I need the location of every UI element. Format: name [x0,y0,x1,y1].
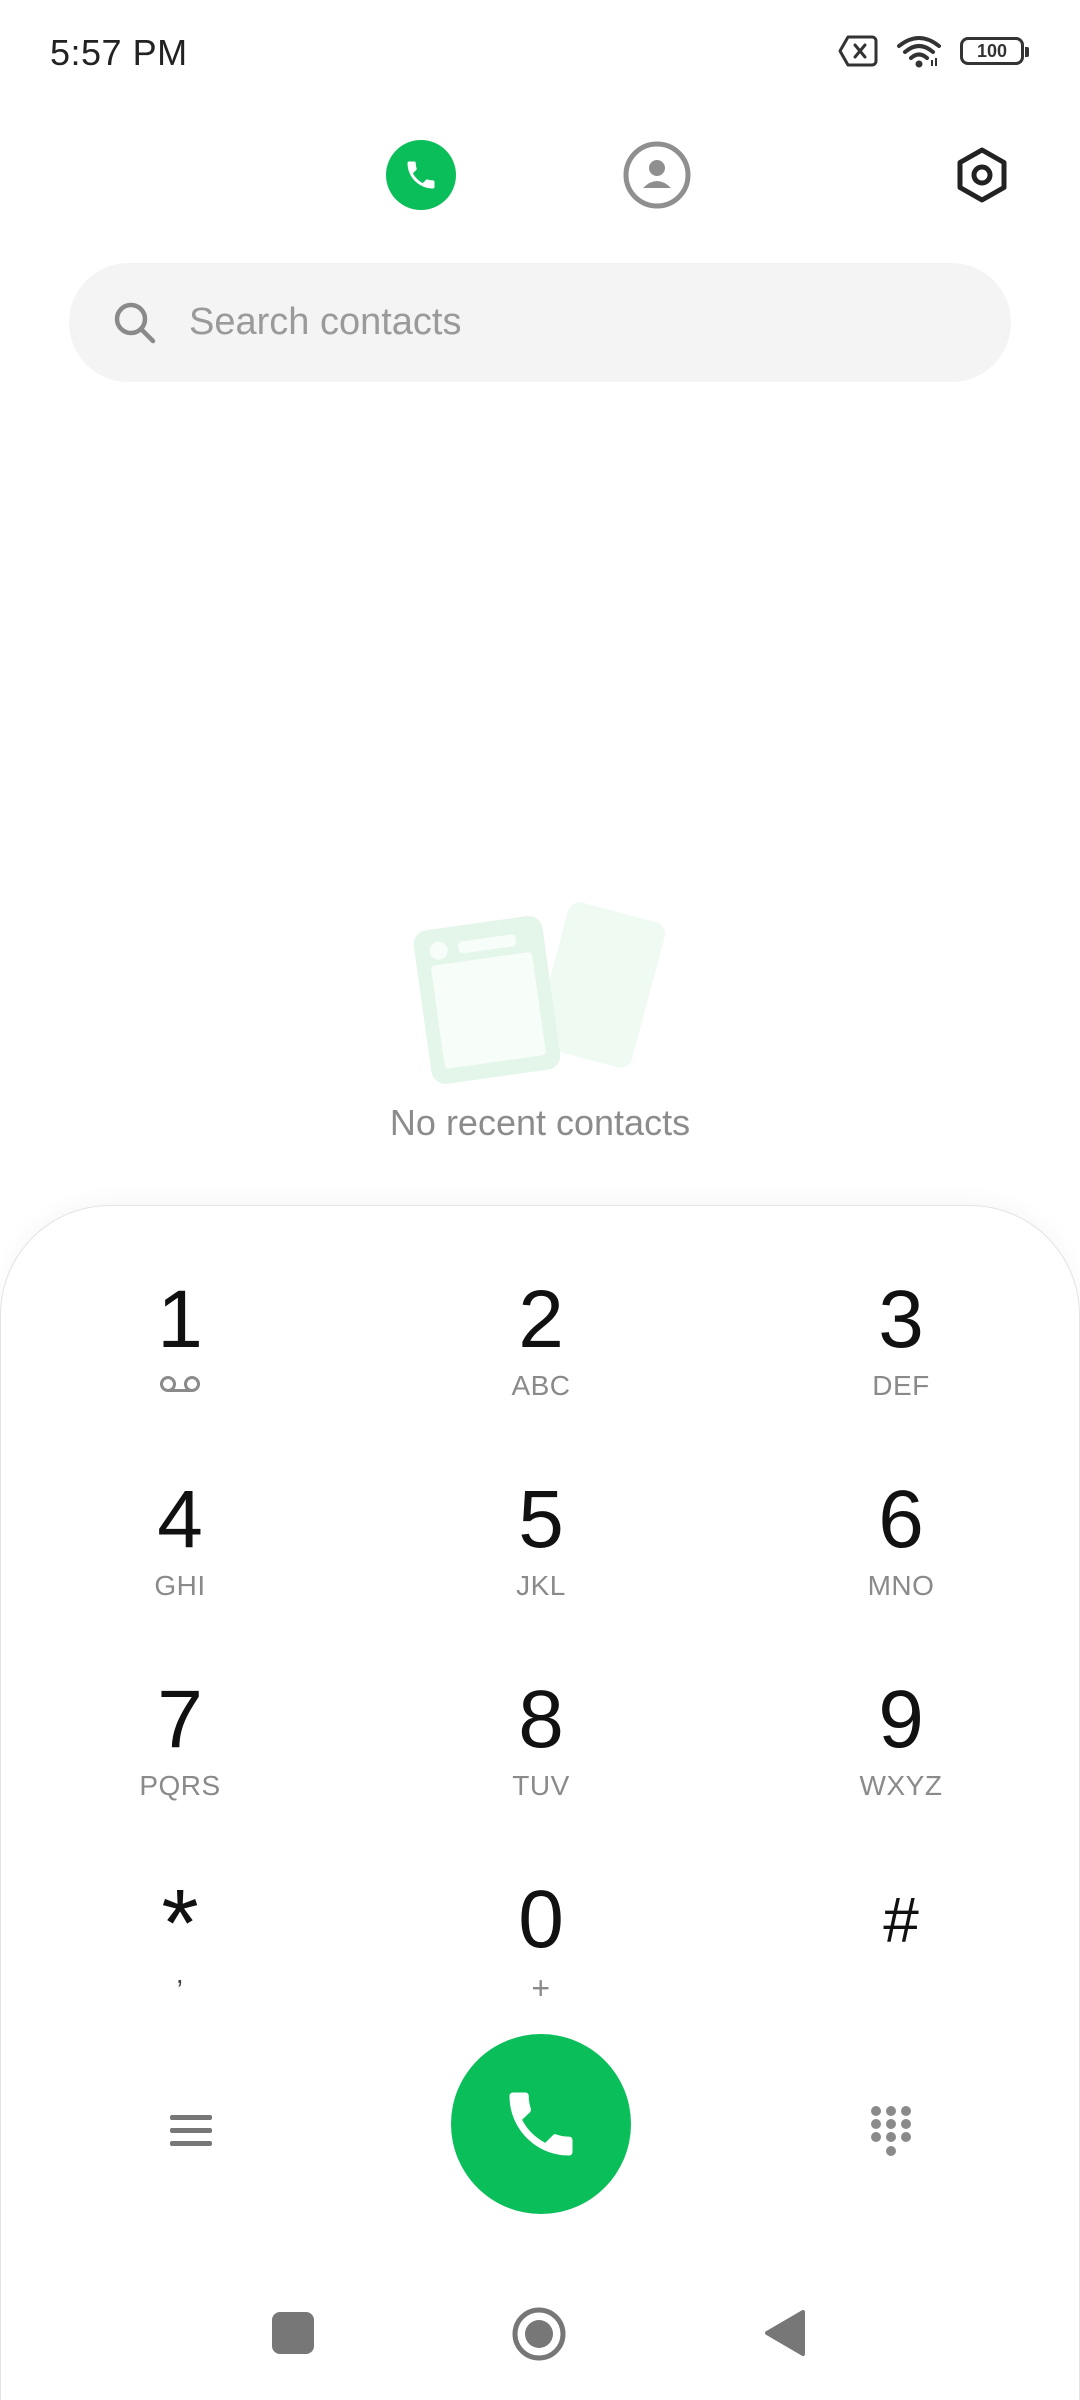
key-5[interactable]: 5 JKL [421,1466,661,1636]
key-digit: 3 [878,1274,924,1365]
top-nav [0,130,1080,220]
empty-state-message: No recent contacts [389,1102,691,1143]
key-letters: WXYZ [859,1770,943,1801]
key-digit: 2 [518,1274,564,1365]
empty-contacts-illustration-icon [413,902,666,1084]
key-6[interactable]: 6 MNO [781,1466,1021,1636]
key-letters: JKL [516,1570,566,1601]
battery-icon: 100 [960,37,1029,65]
key-letters: + [531,1970,551,2006]
settings-button[interactable] [947,140,1017,210]
phone-icon [509,2092,573,2156]
key-digit: # [883,1884,919,1956]
settings-gear-icon [957,147,1007,203]
key-letters: DEF [872,1370,930,1401]
search-input[interactable] [187,300,971,345]
key-digit: 6 [878,1474,924,1565]
search-icon [114,302,156,343]
key-3[interactable]: 3 DEF [781,1266,1021,1436]
key-1[interactable]: 1 [60,1266,300,1436]
dialer-screen: 5:57 PM 100 Search contacts No recent co… [0,0,1080,2400]
status-bar: 5:57 PM 100 [0,0,1080,110]
key-letters: PQRS [139,1770,221,1801]
key-letters: TUV [512,1770,570,1801]
key-letters [159,1370,201,1404]
status-time: 5:57 PM [50,32,188,73]
menu-button[interactable] [151,2096,231,2166]
recents-button[interactable] [272,2312,314,2354]
battery-level: 100 [976,40,1008,61]
key-9[interactable]: 9 WXYZ [781,1666,1021,1836]
key-digit: 8 [518,1674,564,1765]
key-digit: 7 [157,1674,203,1765]
key-star[interactable]: * , [60,1866,300,2036]
key-0[interactable]: 0 + [421,1866,661,2036]
key-letters: MNO [867,1570,935,1601]
voicemail-icon [160,1376,200,1392]
status-icons: 100 [838,34,1029,68]
key-letters: ABC [511,1370,571,1401]
key-digit: 4 [157,1474,203,1565]
key-8[interactable]: 8 TUV [421,1666,661,1836]
system-nav-bar [0,2270,1080,2400]
back-button[interactable] [763,2308,807,2358]
wifi-icon [897,36,941,68]
sim-card-error-icon [838,35,878,67]
key-4[interactable]: 4 GHI [60,1466,300,1636]
search-bar[interactable] [69,263,1011,382]
key-digit: 5 [518,1474,564,1565]
key-digit: 9 [878,1674,924,1765]
call-button[interactable] [451,2034,631,2214]
menu-icon [170,2115,212,2146]
tab-contacts[interactable] [622,140,692,210]
key-hash[interactable]: # [781,1866,1021,2036]
tab-phone[interactable] [386,140,456,210]
key-letters: GHI [154,1570,206,1601]
dialpad-icon [871,2106,911,2156]
key-7[interactable]: 7 PQRS [60,1666,300,1836]
dialpad-toggle-button[interactable] [851,2091,931,2171]
phone-icon [407,161,435,189]
key-2[interactable]: 2 ABC [421,1266,661,1436]
home-button[interactable] [511,2306,567,2362]
dialpad-panel: 1 2 ABC 3 DEF 4 GHI 5 JKL 6 MNO 7 PQRS 8… [0,1205,1080,2400]
key-digit: 0 [518,1874,564,1965]
key-letters: , [175,1958,185,1989]
person-icon [623,141,691,209]
key-digit: 1 [157,1274,203,1365]
